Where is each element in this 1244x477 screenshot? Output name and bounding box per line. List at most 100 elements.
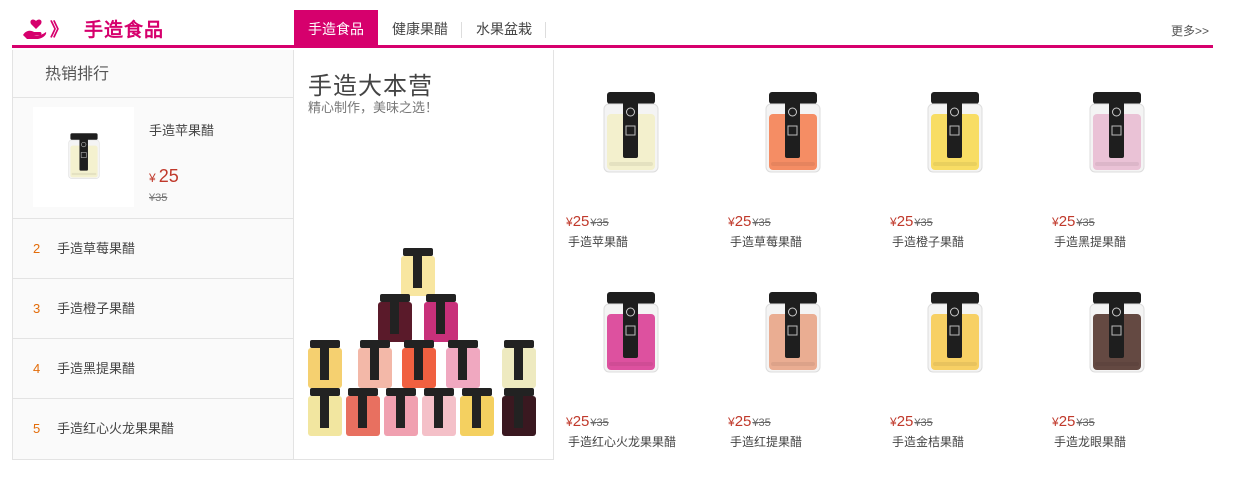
product-card[interactable]: ¥25¥35 手造红提果醋 (720, 250, 882, 450)
original-price: ¥35 (1076, 217, 1095, 229)
hot-ranking-panel: 热销排行 手造苹果醋 ¥25 ¥35 2 手造草莓果醋 3 手造橙子果醋 4 手… (12, 50, 294, 460)
original-price: ¥35 (1076, 417, 1095, 429)
product-card[interactable]: ¥25¥35 手造苹果醋 (558, 50, 720, 250)
price-value: 25 (1058, 413, 1076, 430)
product-price: ¥25¥35 (890, 213, 933, 230)
promo-banner[interactable]: 手造大本营 精心制作，美味之选！ (294, 50, 554, 460)
ranking-item[interactable]: 2 手造草莓果醋 (13, 219, 293, 279)
original-price: ¥35 (590, 417, 609, 429)
product-image[interactable] (910, 92, 1000, 192)
product-name[interactable]: 手造红提果醋 (730, 433, 802, 450)
ranking-item[interactable]: 5 手造红心火龙果果醋 (13, 399, 293, 459)
product-image[interactable] (910, 292, 1000, 392)
product-image[interactable] (1072, 92, 1162, 192)
currency-symbol: ¥ (566, 215, 573, 229)
original-price: ¥35 (590, 217, 609, 229)
product-price: ¥25¥35 (1052, 213, 1095, 230)
product-price: ¥25¥35 (566, 413, 609, 430)
product-name[interactable]: 手造苹果醋 (149, 120, 214, 139)
ranking-item[interactable]: 3 手造橙子果醋 (13, 279, 293, 339)
currency-symbol: ¥ (890, 215, 897, 229)
product-name[interactable]: 手造草莓果醋 (730, 233, 802, 250)
product-name[interactable]: 手造黑提果醋 (1054, 233, 1126, 250)
ranking-item[interactable]: 4 手造黑提果醋 (13, 339, 293, 399)
jar (384, 388, 418, 436)
jar (460, 388, 494, 436)
product-name[interactable]: 手造橙子果醋 (892, 233, 964, 250)
price-value: 25 (572, 213, 590, 230)
tab-fruit-bonsai[interactable]: 水果盆栽 (462, 10, 546, 48)
product-card[interactable]: ¥25¥35 手造草莓果醋 (720, 50, 882, 250)
product-name[interactable]: 手造红心火龙果果醋 (568, 433, 676, 450)
jar (378, 294, 412, 342)
ranking-item-name[interactable]: 手造橙子果醋 (57, 279, 135, 339)
currency-symbol: ¥ (149, 171, 156, 185)
product-card[interactable]: ¥25¥35 手造黑提果醋 (1044, 50, 1206, 250)
product-card[interactable]: ¥25¥35 手造龙眼果醋 (1044, 250, 1206, 450)
jar (308, 388, 342, 436)
product-name[interactable]: 手造苹果醋 (568, 233, 628, 250)
ranking-item-name[interactable]: 手造草莓果醋 (57, 219, 135, 279)
tab-bar: 手造食品 健康果醋 水果盆栽 (294, 10, 546, 48)
original-price: ¥35 (149, 192, 168, 204)
vinegar-jar-image (603, 92, 659, 173)
original-price: ¥35 (752, 217, 771, 229)
vinegar-jar-image (765, 292, 821, 373)
category-title: 手造食品 (84, 20, 165, 41)
currency-symbol: ¥ (728, 415, 735, 429)
more-link[interactable]: 更多>> (1171, 22, 1209, 39)
currency-symbol: ¥ (728, 215, 735, 229)
currency-symbol: ¥ (1052, 215, 1059, 229)
product-name[interactable]: 手造龙眼果醋 (1054, 433, 1126, 450)
original-price: ¥35 (752, 417, 771, 429)
product-thumbnail[interactable] (33, 107, 134, 207)
ranking-item-name[interactable]: 手造红心火龙果果醋 (57, 399, 174, 459)
vinegar-jar-image (1089, 92, 1145, 173)
currency-symbol: ¥ (1052, 415, 1059, 429)
jar (446, 340, 480, 388)
product-card[interactable]: ¥25¥35 手造橙子果醋 (882, 50, 1044, 250)
jar (358, 340, 392, 388)
product-image[interactable] (748, 292, 838, 392)
product-card[interactable]: ¥25¥35 手造金桔果醋 (882, 250, 1044, 450)
vinegar-jar-image (927, 92, 983, 173)
tab-handmade-food[interactable]: 手造食品 (294, 10, 378, 48)
product-card[interactable]: ¥25¥35 手造红心火龙果果醋 (558, 250, 720, 450)
jar (401, 248, 435, 296)
ranking-top-item[interactable]: 手造苹果醋 ¥25 ¥35 (13, 98, 293, 219)
price-value: 25 (734, 413, 752, 430)
product-price: ¥25¥35 (566, 213, 609, 230)
price-value: 25 (1058, 213, 1076, 230)
jar (502, 388, 536, 436)
product-image[interactable] (748, 92, 838, 192)
product-grid: ¥25¥35 手造苹果醋 ¥25¥35 手造草莓果醋 ¥25¥35 手造橙子果醋… (558, 50, 1208, 460)
arrows-icon: 》 (50, 19, 68, 40)
price-value: 25 (158, 166, 179, 186)
price-value: 25 (734, 213, 752, 230)
jar (346, 388, 380, 436)
rank-number: 4 (33, 361, 41, 376)
ranking-title: 热销排行 (13, 50, 293, 98)
rank-number: 5 (33, 421, 41, 436)
jar-pyramid-image (308, 248, 536, 436)
tab-healthy-vinegar[interactable]: 健康果醋 (378, 10, 462, 48)
ranking-item-name[interactable]: 手造黑提果醋 (57, 339, 135, 399)
product-price: ¥25¥35 (728, 213, 771, 230)
banner-subtitle: 精心制作，美味之选！ (308, 100, 439, 115)
product-image[interactable] (586, 292, 676, 392)
product-image[interactable] (1072, 292, 1162, 392)
vinegar-jar-image (1089, 292, 1145, 373)
product-name[interactable]: 手造金桔果醋 (892, 433, 964, 450)
currency-symbol: ¥ (890, 415, 897, 429)
original-price: ¥35 (914, 217, 933, 229)
jar (502, 340, 536, 388)
heart-hand-icon (23, 19, 47, 39)
currency-symbol: ¥ (566, 415, 573, 429)
product-image[interactable] (586, 92, 676, 192)
price-value: 25 (896, 413, 914, 430)
price-value: 25 (572, 413, 590, 430)
vinegar-jar-image (927, 292, 983, 373)
original-price: ¥35 (914, 417, 933, 429)
jar (424, 294, 458, 342)
banner-title: 手造大本营 (308, 73, 433, 100)
